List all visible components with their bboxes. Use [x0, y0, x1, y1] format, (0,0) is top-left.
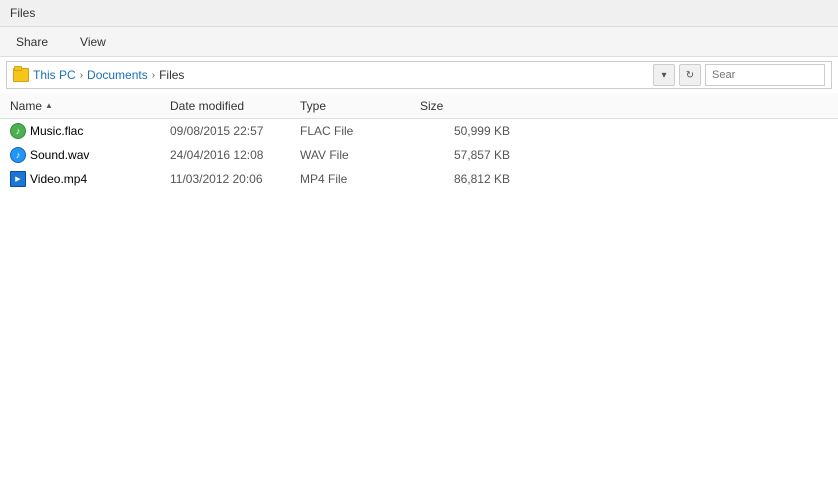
file-date: 11/03/2012 20:06 [170, 172, 300, 186]
col-header-name[interactable]: Name ▲ [10, 99, 170, 113]
address-path: This PC › Documents › Files [33, 68, 649, 82]
file-icon: ♪ [10, 147, 26, 163]
file-name: Music.flac [30, 124, 83, 138]
table-row[interactable]: ♪ Music.flac 09/08/2015 22:57 FLAC File … [10, 119, 828, 143]
file-name: Sound.wav [30, 148, 89, 162]
path-this-pc[interactable]: This PC [33, 68, 76, 82]
path-sep-1: › [78, 70, 85, 81]
path-sep-2: › [150, 70, 157, 81]
file-name-cell: ♪ Sound.wav [10, 147, 170, 163]
ribbon-tab-share[interactable]: Share [10, 31, 54, 53]
column-headers: Name ▲ Date modified Type Size [0, 93, 838, 119]
path-documents[interactable]: Documents [87, 68, 148, 82]
file-type: MP4 File [300, 172, 420, 186]
address-controls: ▾ ↻ [653, 64, 701, 86]
ribbon-tab-view[interactable]: View [74, 31, 112, 53]
refresh-btn[interactable]: ↻ [679, 64, 701, 86]
file-name-cell: ♪ Music.flac [10, 123, 170, 139]
flac-icon: ♪ [10, 123, 26, 139]
file-date: 24/04/2016 12:08 [170, 148, 300, 162]
search-input[interactable] [705, 64, 825, 86]
title-label: Files [10, 6, 35, 20]
folder-icon [13, 68, 29, 82]
file-type: WAV File [300, 148, 420, 162]
file-size: 86,812 KB [420, 172, 510, 186]
file-icon: ♪ [10, 123, 26, 139]
col-header-type[interactable]: Type [300, 99, 420, 113]
file-icon: ▶ [10, 171, 26, 187]
file-size: 50,999 KB [420, 124, 510, 138]
table-row[interactable]: ▶ Video.mp4 11/03/2012 20:06 MP4 File 86… [10, 167, 828, 191]
table-row[interactable]: ♪ Sound.wav 24/04/2016 12:08 WAV File 57… [10, 143, 828, 167]
file-type: FLAC File [300, 124, 420, 138]
address-bar: This PC › Documents › Files ▾ ↻ [6, 61, 832, 89]
ribbon: Share View [0, 27, 838, 57]
col-header-date[interactable]: Date modified [170, 99, 300, 113]
file-size: 57,857 KB [420, 148, 510, 162]
file-date: 09/08/2015 22:57 [170, 124, 300, 138]
file-name-cell: ▶ Video.mp4 [10, 171, 170, 187]
dropdown-btn[interactable]: ▾ [653, 64, 675, 86]
file-name: Video.mp4 [30, 172, 87, 186]
title-bar: Files [0, 0, 838, 27]
mp4-icon: ▶ [10, 171, 26, 187]
sort-arrow-up: ▲ [45, 101, 53, 110]
wav-icon: ♪ [10, 147, 26, 163]
col-header-size[interactable]: Size [420, 99, 510, 113]
file-list: ♪ Music.flac 09/08/2015 22:57 FLAC File … [0, 119, 838, 191]
path-files: Files [159, 68, 184, 82]
